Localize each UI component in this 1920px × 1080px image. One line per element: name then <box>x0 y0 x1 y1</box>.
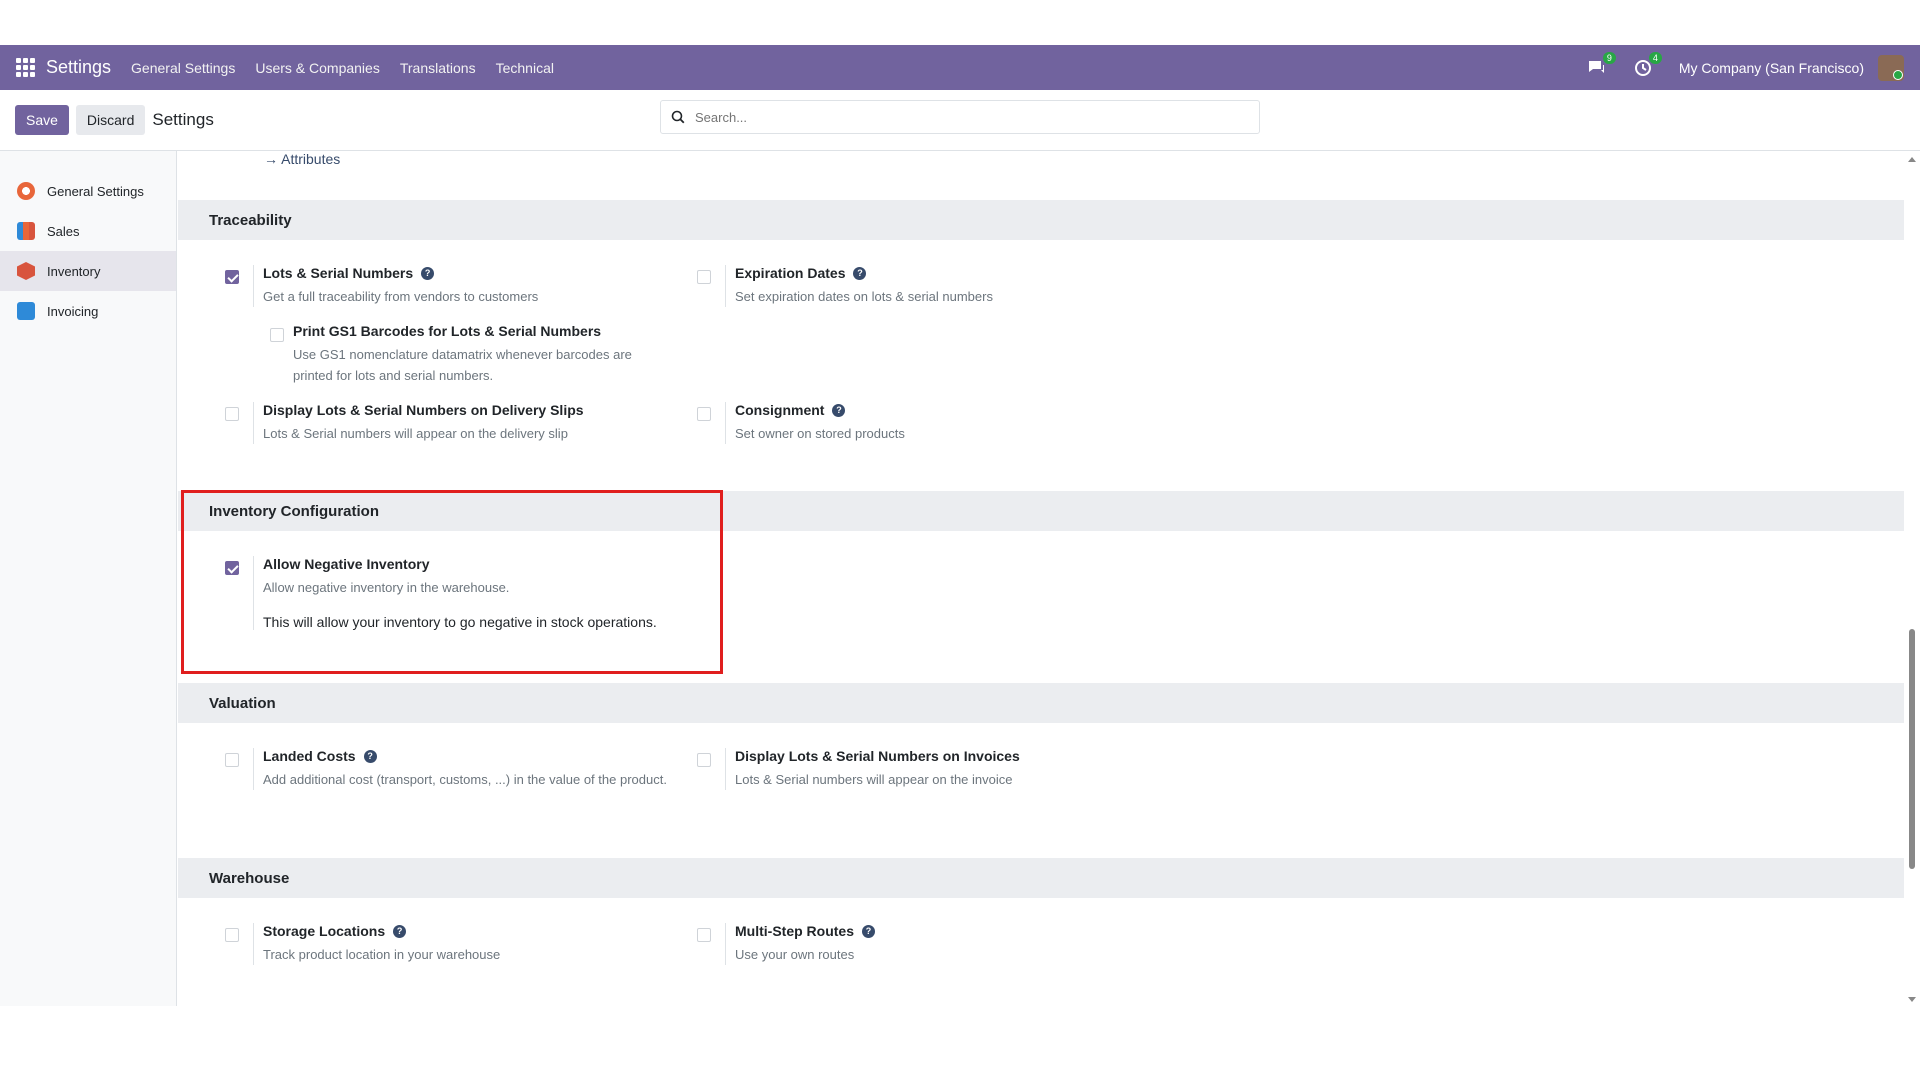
section-heading-traceability: Traceability <box>178 200 1904 240</box>
setting-expiration-dates: Expiration Dates? Set expiration dates o… <box>697 265 1157 307</box>
sidebar-item-general-settings[interactable]: General Settings <box>0 171 176 211</box>
setting-description: Use your own routes <box>735 947 855 962</box>
user-avatar[interactable] <box>1878 54 1904 81</box>
settings-app-icon <box>17 182 35 200</box>
sidebar-item-invoicing[interactable]: Invoicing <box>0 291 176 331</box>
setting-title: Multi-Step Routes <box>735 923 854 939</box>
setting-consignment: Consignment? Set owner on stored product… <box>697 402 1157 444</box>
sidebar-item-inventory[interactable]: Inventory <box>0 251 176 291</box>
setting-landed-costs: Landed Costs? Add additional cost (trans… <box>225 748 685 790</box>
setting-title: Consignment <box>735 402 825 418</box>
setting-storage-locations: Storage Locations? Track product locatio… <box>225 923 685 965</box>
consignment-checkbox[interactable] <box>697 407 711 421</box>
landed-costs-checkbox[interactable] <box>225 753 239 767</box>
section-heading-warehouse: Warehouse <box>178 858 1904 898</box>
setting-title: Landed Costs <box>263 748 356 764</box>
setting-title: Display Lots & Serial Numbers on Deliver… <box>263 402 584 418</box>
setting-display-lots-delivery: Display Lots & Serial Numbers on Deliver… <box>225 402 685 444</box>
attributes-link[interactable]: → Attributes <box>264 151 340 167</box>
help-icon[interactable]: ? <box>862 924 875 938</box>
setting-description: Set expiration dates on lots & serial nu… <box>735 289 993 304</box>
scroll-thumb[interactable] <box>1909 629 1915 869</box>
inventory-app-icon <box>17 262 35 280</box>
menu-translations[interactable]: Translations <box>400 60 476 76</box>
setting-title: Lots & Serial Numbers <box>263 265 414 281</box>
help-icon[interactable]: ? <box>832 403 846 417</box>
scroll-down-icon[interactable] <box>1908 997 1916 1002</box>
help-icon[interactable]: ? <box>363 749 377 763</box>
content-scrollbar[interactable] <box>1904 151 1920 1006</box>
menu-general-settings[interactable]: General Settings <box>131 60 235 76</box>
messages-icon[interactable]: 9 <box>1587 51 1616 78</box>
setting-lots-serial: Lots & Serial Numbers? Get a full tracea… <box>225 265 685 307</box>
bottom-margin <box>0 1006 1920 1080</box>
setting-description: Track product location in your warehouse <box>263 947 501 962</box>
expiration-dates-checkbox[interactable] <box>697 270 711 284</box>
sidebar-item-label: Invoicing <box>47 303 99 319</box>
sidebar-item-label: Sales <box>47 223 80 239</box>
menu-users-companies[interactable]: Users & Companies <box>255 60 380 76</box>
help-icon[interactable]: ? <box>853 266 867 280</box>
company-switcher[interactable]: My Company (San Francisco) <box>1679 60 1864 76</box>
app-brand[interactable]: Settings <box>46 57 111 78</box>
activities-icon[interactable]: 4 <box>1633 51 1662 78</box>
search-input[interactable] <box>695 109 1235 125</box>
sidebar-item-label: General Settings <box>47 183 144 199</box>
setting-gs1-barcodes: Print GS1 Barcodes for Lots & Serial Num… <box>270 323 670 386</box>
search-box[interactable] <box>660 100 1260 134</box>
setting-display-lots-invoices: Display Lots & Serial Numbers on Invoice… <box>697 748 1157 790</box>
setting-title: Print GS1 Barcodes for Lots & Serial Num… <box>293 323 602 339</box>
top-margin <box>0 0 1920 45</box>
control-panel: Save Discard Settings <box>0 90 1920 151</box>
storage-locations-checkbox[interactable] <box>225 928 239 942</box>
setting-description: Set owner on stored products <box>735 426 905 441</box>
section-heading-valuation: Valuation <box>178 683 1904 723</box>
settings-content: → Attributes Traceability Lots & Serial … <box>178 151 1904 1006</box>
sidebar-item-label: Inventory <box>47 263 101 279</box>
search-icon <box>671 110 685 124</box>
display-lots-delivery-checkbox[interactable] <box>225 407 239 421</box>
highlight-box <box>181 490 723 674</box>
setting-description: Lots & Serial numbers will appear on the… <box>735 772 1013 787</box>
settings-sidebar: General Settings Sales Inventory Invoici… <box>0 151 177 1006</box>
activities-count-badge: 4 <box>1648 51 1662 64</box>
setting-description: Get a full traceability from vendors to … <box>263 289 539 304</box>
breadcrumb-title: Settings <box>152 110 214 129</box>
setting-title: Storage Locations <box>263 923 386 939</box>
arrow-right-icon: → <box>264 151 278 167</box>
setting-multi-step-routes: Multi-Step Routes? Use your own routes <box>697 923 1157 965</box>
setting-description: Add additional cost (transport, customs,… <box>263 772 667 787</box>
help-icon[interactable]: ? <box>421 266 435 280</box>
save-button[interactable]: Save <box>15 105 69 135</box>
display-lots-invoices-checkbox[interactable] <box>697 753 711 767</box>
messages-count-badge: 9 <box>1602 51 1616 64</box>
setting-description: Use GS1 nomenclature datamatrix whenever… <box>293 347 632 383</box>
multi-step-routes-checkbox[interactable] <box>697 928 711 942</box>
sales-app-icon <box>17 222 35 240</box>
discard-button[interactable]: Discard <box>75 105 146 135</box>
apps-grid-icon[interactable] <box>16 57 36 78</box>
lots-serial-checkbox[interactable] <box>225 270 239 284</box>
setting-title: Expiration Dates <box>735 265 846 281</box>
gs1-barcodes-checkbox[interactable] <box>270 328 284 342</box>
setting-description: Lots & Serial numbers will appear on the… <box>263 426 568 441</box>
scroll-up-icon[interactable] <box>1908 157 1916 162</box>
help-icon[interactable]: ? <box>393 924 407 938</box>
invoicing-app-icon <box>17 302 35 320</box>
main-navbar: Settings General Settings Users & Compan… <box>0 45 1920 90</box>
setting-title: Display Lots & Serial Numbers on Invoice… <box>735 748 1020 764</box>
menu-technical[interactable]: Technical <box>496 60 554 76</box>
sidebar-item-sales[interactable]: Sales <box>0 211 176 251</box>
